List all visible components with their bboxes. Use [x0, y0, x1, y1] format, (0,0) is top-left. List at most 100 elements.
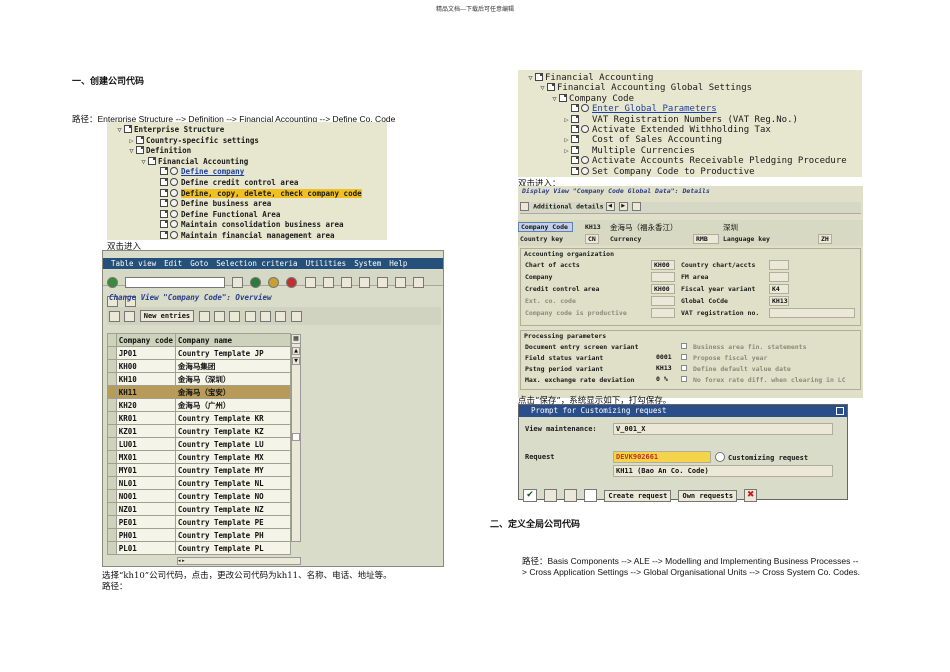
transport-icon[interactable]	[290, 310, 302, 322]
menu-item[interactable]: Utilities	[306, 259, 347, 268]
field-value[interactable]: KH13	[769, 296, 789, 306]
company-code-cell[interactable]: PH01	[115, 528, 176, 542]
col-company-code[interactable]: Company code	[115, 333, 176, 347]
execute-clock-icon[interactable]	[170, 188, 178, 197]
right-tree-node[interactable]: ▷ VAT Registration Numbers (VAT Reg.No.)	[562, 114, 798, 125]
table-row[interactable]: JP01 Country Template JP	[107, 346, 292, 360]
company-name-cell[interactable]: Country Template KZ	[174, 424, 292, 438]
execute-clock-icon[interactable]	[581, 166, 589, 175]
collapse-icon[interactable]: ▽	[115, 125, 124, 135]
find-next-icon[interactable]	[340, 277, 352, 288]
row-selector[interactable]	[107, 346, 117, 360]
row-selector[interactable]	[107, 437, 117, 451]
table-row[interactable]: NL01 Country Template NL	[107, 476, 292, 490]
execute-clock-icon[interactable]	[170, 231, 178, 239]
checkbox[interactable]	[681, 354, 687, 360]
company-name-cell[interactable]: Country Template JP	[174, 346, 292, 360]
execute-clock-icon[interactable]	[170, 209, 178, 218]
next-page-icon[interactable]	[395, 277, 407, 288]
customizing-request-icon[interactable]	[715, 452, 725, 462]
company-code-cell[interactable]: KH00	[115, 359, 176, 373]
company-code-cell[interactable]: NO01	[115, 489, 176, 503]
left-tree-node[interactable]: Define company	[151, 167, 244, 177]
execute-clock-icon[interactable]	[581, 156, 589, 165]
first-page-icon[interactable]	[358, 277, 370, 288]
save-icon[interactable]	[232, 277, 244, 288]
menu-item[interactable]: Edit	[164, 259, 182, 268]
create-request-button[interactable]: Create request	[604, 489, 672, 502]
language-key-field[interactable]: ZH	[818, 234, 832, 244]
prev-page-icon[interactable]	[376, 277, 388, 288]
company-name-cell[interactable]: Country Template NO	[174, 489, 292, 503]
company-name-cell[interactable]: 金海马（宝安）	[174, 385, 292, 399]
enter-icon[interactable]	[107, 277, 118, 288]
left-tree-node[interactable]: ▽ Definition	[127, 146, 191, 156]
menu-item[interactable]: System	[354, 259, 381, 268]
company-name-cell[interactable]: Country Template NL	[174, 476, 292, 490]
collapse-icon[interactable]: ▽	[526, 73, 535, 83]
exit-icon[interactable]	[268, 277, 280, 288]
company-code-cell[interactable]: MY01	[115, 463, 176, 477]
cancel-icon[interactable]	[286, 277, 298, 288]
print-icon[interactable]	[304, 277, 316, 288]
details-icon[interactable]	[520, 202, 529, 211]
cancel-x-icon[interactable]: ✖	[744, 489, 758, 502]
right-tree-node[interactable]: ▽ Financial Accounting Global Settings	[538, 83, 752, 93]
row-selector[interactable]	[107, 398, 117, 412]
execute-clock-icon[interactable]	[581, 125, 589, 133]
table-row[interactable]: PE01 Country Template PE	[107, 515, 292, 529]
menu-item[interactable]: Table view	[111, 259, 156, 268]
row-selector[interactable]	[107, 476, 117, 490]
command-field[interactable]	[125, 277, 226, 288]
company-name-cell[interactable]: Country Template MY	[174, 463, 292, 477]
table-row[interactable]: PH01 Country Template PH	[107, 528, 292, 542]
company-name-cell[interactable]: Country Template MX	[174, 450, 292, 464]
company-name-cell[interactable]: Country Template KR	[174, 411, 292, 425]
company-code-cell[interactable]: MX01	[115, 450, 176, 464]
row-selector[interactable]	[107, 424, 117, 438]
table-row[interactable]: KZ01 Country Template KZ	[107, 424, 292, 438]
back-icon[interactable]	[250, 277, 262, 288]
field-value[interactable]	[651, 272, 675, 282]
company-code-cell[interactable]: NZ01	[115, 502, 176, 516]
field-value[interactable]	[654, 342, 674, 352]
new-entries-button[interactable]: New entries	[139, 310, 195, 322]
execute-clock-icon[interactable]	[581, 104, 589, 113]
left-tree-node[interactable]: ▽ Enterprise Structure	[115, 125, 224, 135]
company-code-cell[interactable]: KH10	[115, 372, 176, 386]
execute-clock-icon[interactable]	[170, 199, 178, 208]
company-name-cell[interactable]: 金海马（深圳）	[174, 372, 292, 386]
expand-icon[interactable]: ▷	[562, 135, 571, 145]
scroll-thumb[interactable]	[292, 433, 300, 441]
checkbox[interactable]	[681, 376, 687, 382]
request-details-icon[interactable]	[564, 489, 578, 502]
expand-icon[interactable]: ▷	[562, 115, 571, 125]
left-tree-node[interactable]: Maintain financial management area	[151, 231, 335, 241]
delete-icon[interactable]	[213, 310, 225, 322]
select-block-icon[interactable]	[260, 310, 272, 322]
next-entry-icon[interactable]: ▶	[618, 202, 628, 211]
table-row[interactable]: KH20 金海马（广州）	[107, 398, 292, 412]
right-tree-node[interactable]: ▽ Company Code	[550, 93, 634, 104]
right-tree-node[interactable]: Activate Accounts Receivable Pledging Pr…	[562, 156, 847, 166]
create-request-icon[interactable]	[584, 489, 598, 502]
table-row[interactable]: MX01 Country Template MX	[107, 450, 292, 464]
field-value[interactable]	[651, 308, 675, 318]
left-tree-node[interactable]: Define Functional Area	[151, 209, 280, 220]
confirm-check-icon[interactable]: ✔	[523, 489, 537, 502]
dialog-close-icon[interactable]	[836, 407, 844, 415]
field-value[interactable]	[769, 272, 789, 282]
field-value[interactable]: KH00	[651, 284, 675, 294]
own-requests-button[interactable]: Own requests	[678, 489, 738, 502]
field-value[interactable]: 0 %	[654, 375, 674, 385]
company-name-cell[interactable]: Country Template PE	[174, 515, 292, 529]
left-tree-node[interactable]: Define, copy, delete, check company code	[151, 188, 362, 199]
field-value[interactable]: KH00	[651, 260, 675, 270]
execute-clock-icon[interactable]	[170, 167, 178, 176]
left-tree-node[interactable]: ▽ Financial Accounting	[139, 156, 248, 167]
row-selector[interactable]	[107, 450, 117, 464]
row-selector[interactable]	[107, 489, 117, 503]
company-code-cell[interactable]: KZ01	[115, 424, 176, 438]
execute-clock-icon[interactable]	[170, 178, 178, 186]
customizing-request-label[interactable]: Customizing request	[728, 454, 808, 462]
